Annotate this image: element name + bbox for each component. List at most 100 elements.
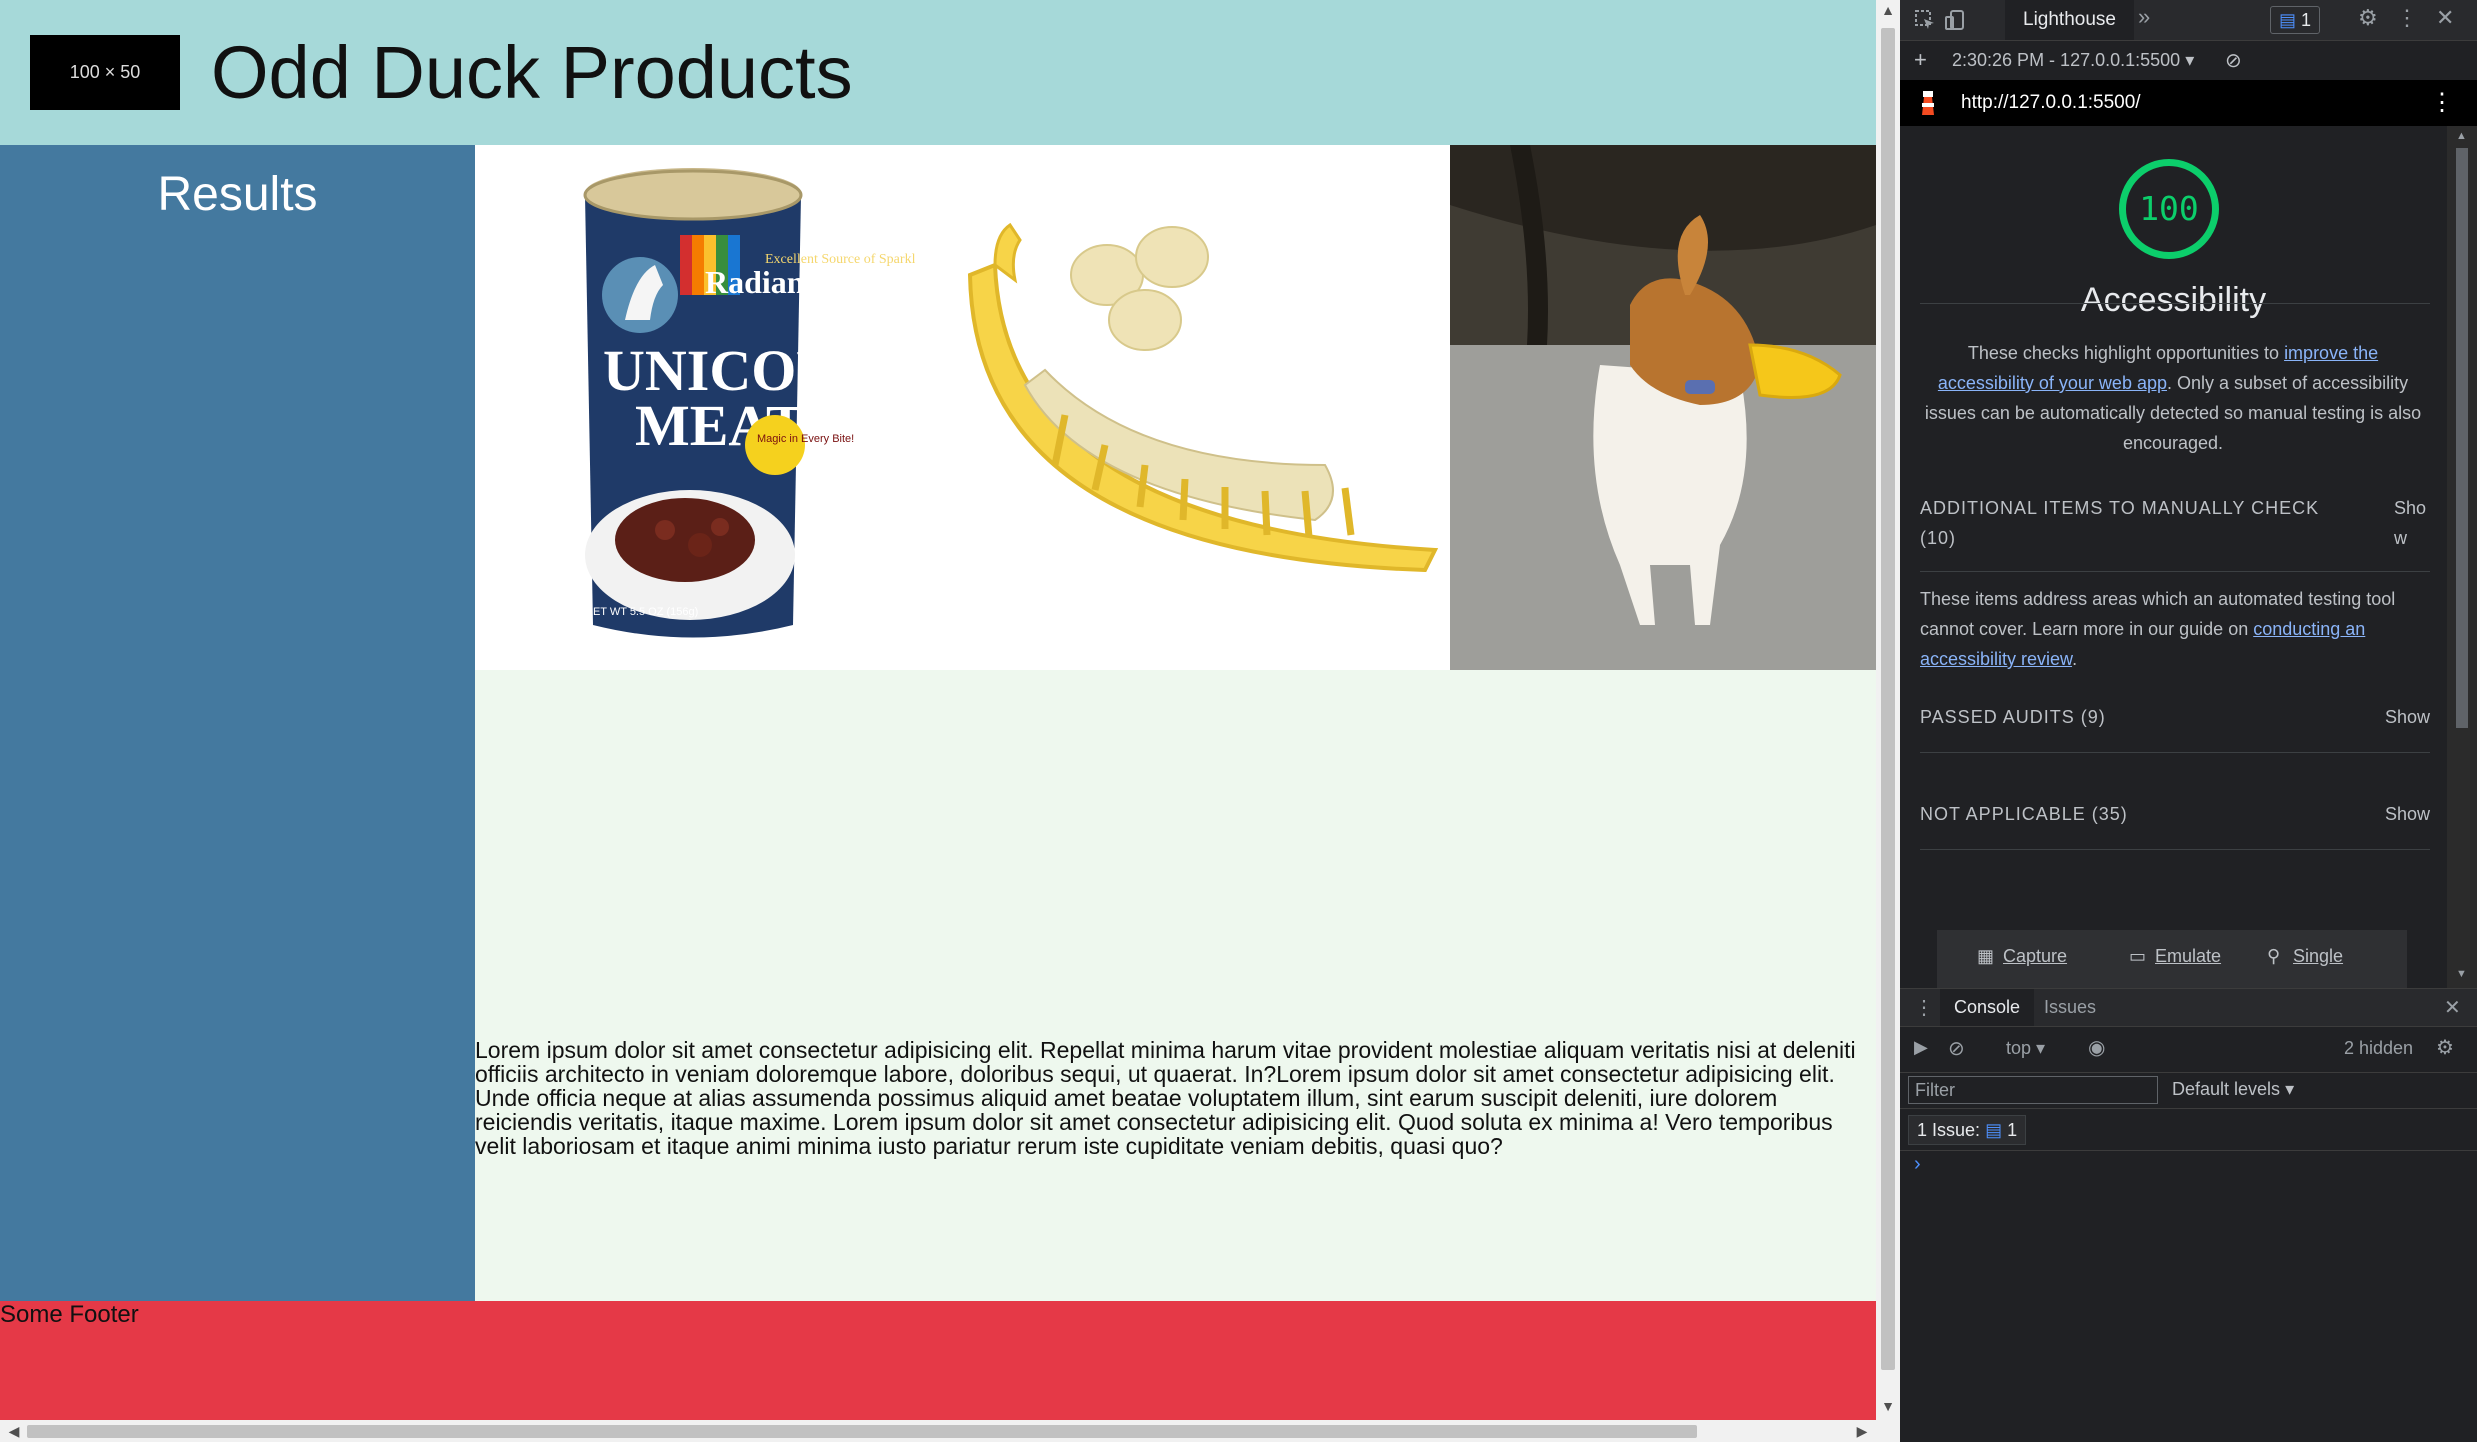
throttle-icon: ⚲ [2267, 946, 2281, 966]
context-chevron-icon: ▾ [2036, 1038, 2046, 1058]
inspect-element-icon[interactable] [1914, 9, 1936, 31]
group-passed-audits-label: PASSED AUDITS (9) [1920, 707, 2106, 727]
can-weight: NET WT 5.5 OZ (156g) [585, 606, 698, 618]
main-content: Radiant Farms Excellent Source of Sparkl… [475, 145, 1876, 1301]
close-drawer-icon[interactable]: ✕ [2444, 995, 2461, 1020]
tab-issues[interactable]: Issues [2030, 989, 2110, 1026]
site-header: 100 × 50 Odd Duck Products [0, 0, 1876, 145]
lighthouse-url-bar: http://127.0.0.1:5500/ ⋮ [1900, 80, 2477, 126]
category-description: These checks highlight opportunities to … [1920, 338, 2426, 458]
manual-check-description: These items address areas which an autom… [1920, 584, 2426, 674]
device-icon: ▭ [2129, 946, 2147, 966]
report-url[interactable]: http://127.0.0.1:5500/ [1961, 92, 2141, 114]
group-manual-check-show[interactable]: Show [2394, 493, 2430, 553]
lighthouse-report-bar: + 2:30:26 PM - 127.0.0.1:5500 ▾ ⊘ [1900, 40, 2477, 81]
capture-button[interactable]: Capture [2003, 946, 2067, 967]
devtools-panel: Lighthouse » ▤ 1 ⚙ ⋮ ✕ + 2:30:26 PM - 12… [1900, 0, 2477, 1442]
banana-slicer-image[interactable] [915, 145, 1445, 670]
close-icon[interactable]: ✕ [2436, 5, 2454, 31]
device-toggle-icon[interactable] [1944, 9, 1966, 31]
lh-scroll-up-icon[interactable]: ▲ [2456, 130, 2467, 142]
group-manual-check-label: ADDITIONAL ITEMS TO MANUALLY CHECK (10) [1920, 498, 2320, 548]
log-levels-value: Default levels [2172, 1079, 2281, 1099]
product-images: Radiant Farms Excellent Source of Sparkl… [475, 145, 1876, 670]
can-tag: Excellent Source of Sparkles [765, 252, 915, 267]
can-badge: Magic in Every Bite! [757, 433, 854, 445]
group-not-applicable[interactable]: NOT APPLICABLE (35) Show [1920, 799, 2430, 850]
report-time: 2:30:26 PM - 127.0.0.1:5500 [1952, 50, 2181, 70]
site-footer: Some Footer [0, 1301, 1876, 1420]
clear-block-icon[interactable]: ⊘ [2225, 48, 2242, 73]
footer-text: Some Footer [0, 1301, 139, 1328]
group-spacer [1920, 303, 2430, 304]
url-menu-icon[interactable]: ⋮ [2430, 88, 2454, 117]
report-selector[interactable]: 2:30:26 PM - 127.0.0.1:5500 ▾ [1952, 50, 2194, 71]
sidebar-toggle-icon[interactable]: ▶ [1914, 1037, 1928, 1058]
kebab-menu-icon[interactable]: ⋮ [2396, 5, 2418, 31]
gear-icon[interactable]: ⚙ [2358, 5, 2378, 31]
single-button[interactable]: Single [2293, 946, 2343, 967]
score-value: 100 [2139, 189, 2199, 228]
calendar-icon: ▦ [1977, 946, 1995, 966]
lighthouse-report: 100 Accessibility These checks highlight… [1900, 126, 2447, 988]
lighthouse-footer-bar: ▦ Capture ▭ Emulate ⚲ Single [1937, 930, 2407, 988]
group-not-applicable-label: NOT APPLICABLE (35) [1920, 804, 2128, 824]
context-value: top [2006, 1038, 2032, 1058]
log-levels-dropdown[interactable]: Default levels ▾ [2172, 1079, 2294, 1100]
issue-icon: ▤ [2279, 10, 2297, 30]
category-title: Accessibility [2080, 281, 2267, 319]
chevron-down-icon: ▾ [2185, 50, 2195, 70]
vertical-scroll-thumb[interactable] [1881, 28, 1895, 1370]
emulate-button[interactable]: Emulate [2155, 946, 2221, 967]
group-passed-audits-show[interactable]: Show [2385, 702, 2430, 732]
issues-badge-count: 1 [2301, 10, 2312, 30]
group-manual-check[interactable]: ADDITIONAL ITEMS TO MANUALLY CHECK (10) … [1920, 493, 2430, 572]
issues-chip[interactable]: 1 Issue: ▤ 1 [1908, 1115, 2027, 1145]
devtools-toolbar: Lighthouse » ▤ 1 ⚙ ⋮ ✕ [1900, 0, 2477, 41]
group-passed-audits[interactable]: PASSED AUDITS (9) Show [1920, 702, 2430, 753]
lighthouse-scroll-thumb[interactable] [2456, 148, 2468, 728]
scroll-down-arrow-icon[interactable]: ▼ [1876, 1398, 1900, 1414]
can-brand: Radiant Farms [705, 264, 912, 300]
levels-chevron-icon: ▾ [2285, 1079, 2295, 1099]
dog-duck-muzzle-image[interactable] [1450, 145, 1876, 670]
vertical-scrollbar[interactable]: ▲ ▼ [1876, 0, 1900, 1420]
issue-chip-icon: ▤ [1985, 1120, 2003, 1140]
tab-lighthouse[interactable]: Lighthouse [2005, 0, 2134, 40]
filter-row: Default levels ▾ [1900, 1072, 2477, 1109]
eye-icon[interactable]: ◉ [2088, 1035, 2105, 1060]
lorem-paragraph: Lorem ipsum dolor sit amet consectetur a… [475, 1037, 1856, 1159]
sidebar: Results [0, 145, 475, 1301]
group-not-applicable-show[interactable]: Show [2385, 799, 2430, 829]
horizontal-scrollbar[interactable]: ◀ ▶ [0, 1420, 1900, 1442]
more-tabs-icon[interactable]: » [2138, 4, 2150, 30]
manual-desc-after: . [2072, 649, 2078, 669]
console-prompt-icon[interactable]: › [1914, 1153, 1921, 1176]
logo-placeholder: 100 × 50 [30, 35, 180, 110]
lighthouse-scrollbar[interactable]: ▲ ▼ [2447, 126, 2477, 988]
drawer-tabs: ⋮ Console Issues ✕ [1900, 988, 2477, 1027]
clear-console-icon[interactable]: ⊘ [1948, 1036, 1965, 1061]
score-gauge: 100 [2119, 159, 2219, 259]
web-page: 100 × 50 Odd Duck Products Results Radia… [0, 0, 1876, 1420]
plus-icon[interactable]: + [1914, 47, 1927, 73]
issues-chip-count: 1 [2007, 1120, 2018, 1140]
unicorn-meat-image[interactable]: Radiant Farms Excellent Source of Sparkl… [475, 145, 915, 670]
drawer-menu-icon[interactable]: ⋮ [1914, 995, 1934, 1020]
sidebar-title: Results [157, 168, 318, 221]
desc-text-before: These checks highlight opportunities to [1967, 343, 2285, 363]
filter-input[interactable] [1908, 1076, 2158, 1104]
scroll-left-arrow-icon[interactable]: ◀ [2, 1423, 26, 1440]
site-title: Odd Duck Products [211, 31, 853, 114]
issues-badge[interactable]: ▤ 1 [2270, 6, 2321, 34]
issues-chip-label: 1 Issue: [1917, 1120, 1981, 1140]
lh-scroll-down-icon[interactable]: ▼ [2456, 968, 2467, 980]
context-selector[interactable]: top ▾ [2006, 1038, 2045, 1059]
horizontal-scroll-thumb[interactable] [27, 1425, 1697, 1438]
lighthouse-logo-icon [1922, 91, 1934, 115]
scroll-right-arrow-icon[interactable]: ▶ [1850, 1423, 1874, 1440]
scroll-up-arrow-icon[interactable]: ▲ [1876, 2, 1900, 18]
issues-row: 1 Issue: ▤ 1 [1900, 1108, 2477, 1151]
console-settings-icon[interactable]: ⚙ [2436, 1035, 2454, 1060]
tab-console[interactable]: Console [1940, 989, 2035, 1026]
